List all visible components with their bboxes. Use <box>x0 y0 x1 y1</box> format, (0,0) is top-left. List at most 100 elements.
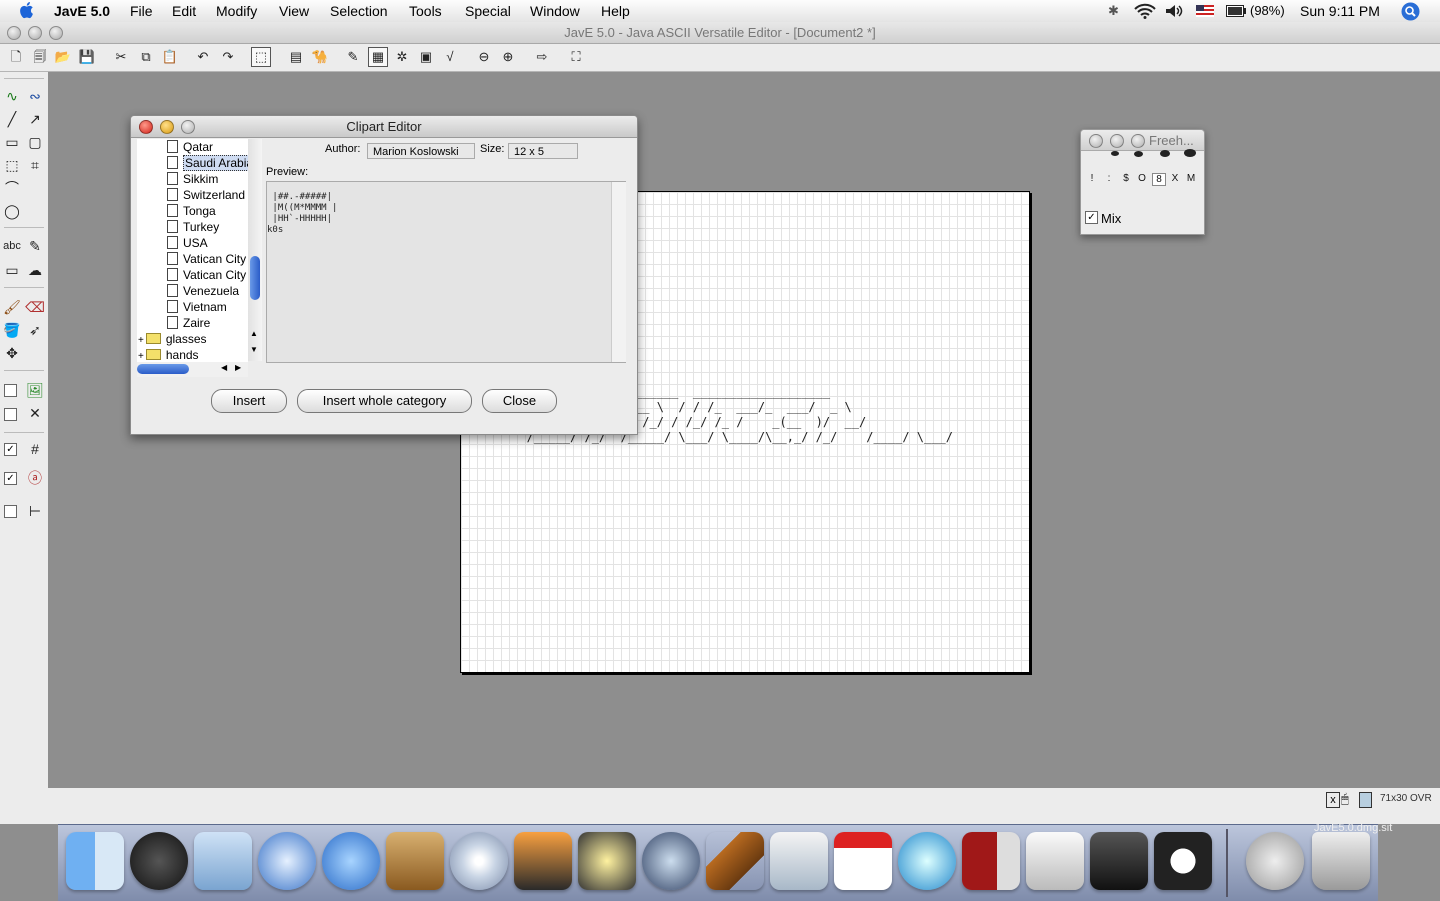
brush-size-medium-icon[interactable] <box>1134 151 1143 157</box>
char-option[interactable]: O <box>1136 173 1148 184</box>
menu-window[interactable]: Window <box>530 3 580 19</box>
wifi-icon[interactable] <box>1134 3 1156 19</box>
apple-menu-icon[interactable] <box>19 1 35 19</box>
tree-item-selected[interactable]: Saudi Arabia <box>167 155 248 171</box>
brush-tool-icon[interactable]: 🖌 <box>2 297 22 317</box>
fullscreen-icon[interactable]: ⛶ <box>566 47 586 67</box>
zoom-window-button[interactable] <box>49 26 63 40</box>
photo-booth-icon[interactable] <box>962 832 1020 890</box>
scroll-up-arrow-icon[interactable]: ▲ <box>250 329 258 338</box>
author-field[interactable]: Marion Koslowski <box>367 143 475 159</box>
new-document-icon[interactable]: 🗋 <box>6 47 26 67</box>
select-rectangle-icon[interactable]: ⬚ <box>2 155 22 175</box>
tree-folder[interactable]: + glasses <box>138 331 207 347</box>
menu-modify[interactable]: Modify <box>216 3 257 19</box>
text-mode-checkbox[interactable]: ✓ <box>4 472 17 485</box>
tree-item[interactable]: Vatican City <box>167 251 246 267</box>
tree-item[interactable]: Venezuela <box>167 283 239 299</box>
tree-item[interactable]: Sikkim <box>167 171 218 187</box>
preview-icon[interactable] <box>770 832 828 890</box>
zoom-out-icon[interactable]: ⊖ <box>474 47 494 67</box>
menu-view[interactable]: View <box>279 3 309 19</box>
curve-tool-icon[interactable]: ∾ <box>25 86 45 106</box>
grid-checkbox[interactable]: ✓ <box>4 443 17 456</box>
tree-vertical-scrollbar[interactable]: ▲ ▼ <box>248 139 262 361</box>
insert-whole-category-button[interactable]: Insert whole category <box>297 389 472 413</box>
menu-edit[interactable]: Edit <box>172 3 196 19</box>
tree-item[interactable]: Vietnam <box>167 299 227 315</box>
zoom-window-button[interactable] <box>1131 134 1145 148</box>
dashboard-icon[interactable] <box>130 832 188 890</box>
ichat-icon[interactable] <box>322 832 380 890</box>
rectangle-tool-icon[interactable]: ▭ <box>2 132 22 152</box>
undo-icon[interactable]: ↶ <box>193 47 213 67</box>
char-option[interactable]: $ <box>1120 173 1132 184</box>
jave-icon[interactable] <box>1154 832 1212 890</box>
menu-special[interactable]: Special <box>465 3 511 19</box>
iphoto-icon[interactable] <box>514 832 572 890</box>
spotlight-icon[interactable] <box>1401 2 1420 21</box>
menu-app-name[interactable]: JavE 5.0 <box>54 3 110 19</box>
export-icon[interactable]: ⇨ <box>532 47 552 67</box>
smudge-tool-icon[interactable]: ➶ <box>25 320 45 340</box>
rounded-rectangle-tool-icon[interactable]: ▢ <box>25 132 45 152</box>
mail-icon[interactable] <box>194 832 252 890</box>
finder-icon[interactable] <box>66 832 124 890</box>
clipart-browser-icon[interactable]: ▦ <box>368 47 388 67</box>
clipart-tree[interactable]: Qatar Saudi Arabia Sikkim Switzerland To… <box>137 139 248 364</box>
close-mode-icon[interactable]: x <box>1326 792 1340 808</box>
itunes-icon[interactable] <box>450 832 508 890</box>
eraser-tool-icon[interactable]: ⌫ <box>25 297 45 317</box>
close-window-button[interactable] <box>7 26 21 40</box>
preview-scrollbar[interactable] <box>611 182 626 362</box>
battery-icon[interactable] <box>1226 5 1246 17</box>
fill-tool-icon[interactable]: 🪣 <box>2 320 22 340</box>
quicktime-icon[interactable] <box>898 832 956 890</box>
ruler-checkbox[interactable] <box>4 505 17 518</box>
mail-sender-icon[interactable] <box>1246 832 1304 890</box>
tree-item[interactable]: Turkey <box>167 219 219 235</box>
arrow-line-tool-icon[interactable]: ↗ <box>25 109 45 129</box>
tree-folder[interactable]: + hands <box>138 347 199 363</box>
box-text-tool-icon[interactable]: ▭ <box>2 260 22 280</box>
brush-size-xlarge-icon[interactable] <box>1184 149 1196 157</box>
minimize-window-button[interactable] <box>160 120 174 134</box>
tree-horizontal-scrollbar[interactable]: ◀ ▶ <box>137 362 248 377</box>
char-option-selected[interactable]: 8 <box>1152 173 1166 186</box>
tree-item[interactable]: Tonga <box>167 203 216 219</box>
tree-item[interactable]: Vatican City <box>167 267 246 283</box>
scroll-thumb[interactable] <box>137 364 189 374</box>
new-from-template-icon[interactable]: 🗐 <box>30 47 50 67</box>
camel-icon[interactable]: 🐪 <box>310 47 330 67</box>
menu-file[interactable]: File <box>130 3 153 19</box>
tree-item[interactable]: Switzerland <box>167 187 245 203</box>
size-field[interactable]: 12 x 5 <box>508 143 578 159</box>
close-window-button[interactable] <box>139 120 153 134</box>
open-folder-icon[interactable]: 📂 <box>53 47 73 67</box>
bluetooth-icon[interactable]: ✱ <box>1108 3 1119 19</box>
us-flag-icon[interactable] <box>1196 5 1214 17</box>
ellipse-tool-icon[interactable]: ◯ <box>2 201 22 221</box>
safari-icon[interactable] <box>258 832 316 890</box>
trash-icon[interactable] <box>1312 832 1370 890</box>
tree-item[interactable]: Qatar <box>167 139 213 155</box>
background-image-checkbox[interactable] <box>4 384 17 397</box>
char-option[interactable]: M <box>1185 173 1197 184</box>
address-book-icon[interactable] <box>386 832 444 890</box>
save-icon[interactable]: 💾 <box>77 47 97 67</box>
redo-icon[interactable]: ↷ <box>218 47 238 67</box>
minimize-window-button[interactable] <box>1110 134 1124 148</box>
film-icon[interactable]: ▤ <box>286 47 306 67</box>
expand-icon[interactable]: + <box>138 335 144 346</box>
menu-clock[interactable]: Sun 9:11 PM <box>1300 3 1380 19</box>
mix-checkbox[interactable]: ✓ <box>1085 211 1098 224</box>
imovie-icon[interactable] <box>578 832 636 890</box>
cut-icon[interactable]: ✂ <box>111 47 131 67</box>
text-tool-icon[interactable]: abc <box>2 236 22 256</box>
ical-icon[interactable] <box>834 832 892 890</box>
copy-icon[interactable]: ⧉ <box>136 47 156 67</box>
minimize-window-button[interactable] <box>28 26 42 40</box>
scroll-thumb[interactable] <box>250 256 260 300</box>
tree-item[interactable]: USA <box>167 235 208 251</box>
system-preferences-icon[interactable] <box>1026 832 1084 890</box>
